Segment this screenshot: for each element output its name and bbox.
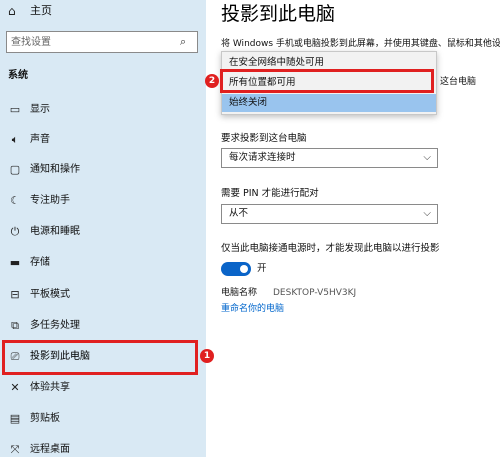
sidebar-item-remote-desktop[interactable]: ⤧ 远程桌面 xyxy=(0,435,206,457)
highlight-box-everywhere xyxy=(220,69,434,93)
sidebar-item-label: 远程桌面 xyxy=(30,444,70,455)
option-label: 始终关闭 xyxy=(229,97,268,108)
clipboard-icon: ▤ xyxy=(9,412,21,425)
page-title: 投影到此电脑 xyxy=(221,3,336,25)
toggle-knob xyxy=(240,265,248,273)
sidebar-item-power[interactable]: ⏻ 电源和睡眠 xyxy=(0,217,206,247)
request-dropdown-value: 每次请求连接时 xyxy=(229,152,296,163)
sidebar-item-label: 声音 xyxy=(30,134,50,145)
sidebar-item-notifications[interactable]: ▢ 通知和操作 xyxy=(0,155,206,185)
share-icon: ✕ xyxy=(10,381,20,394)
sidebar-item-multitasking[interactable]: ⧉ 多任务处理 xyxy=(0,311,206,341)
partial-text: 这台电脑 xyxy=(440,77,477,87)
pin-dropdown[interactable]: 从不 ⌵ xyxy=(221,204,438,224)
pc-name-value: DESKTOP-V5HV3KJ xyxy=(273,288,357,298)
sidebar-item-storage[interactable]: ▬ 存储 xyxy=(0,248,206,278)
option-always-off[interactable]: 始终关闭 xyxy=(222,94,436,112)
sidebar-home[interactable]: ⌂ 主页 xyxy=(0,0,206,24)
sidebar-item-label: 剪贴板 xyxy=(30,413,60,424)
notification-icon: ▢ xyxy=(9,163,21,176)
toggle-state-label: 开 xyxy=(257,263,267,274)
sidebar-item-label: 平板模式 xyxy=(30,289,70,300)
option-label: 在安全网络中随处可用 xyxy=(229,57,325,68)
speaker-icon: 🔈︎ xyxy=(11,133,19,146)
sidebar-item-label: 存储 xyxy=(30,257,50,268)
chevron-down-icon: ⌵ xyxy=(423,152,431,163)
chevron-down-icon: ⌵ xyxy=(423,208,431,219)
sidebar-item-tablet[interactable]: ⊟ 平板模式 xyxy=(0,280,206,310)
rename-pc-link[interactable]: 重命名你的电脑 xyxy=(221,303,284,315)
sidebar: ⌂ 主页 ⌕ 系统 ▭ 显示 🔈︎ 声音 ▢ 通知和操作 ☾ 专注助手 ⏻ 电源… xyxy=(0,0,206,457)
home-icon: ⌂ xyxy=(8,4,16,18)
sidebar-item-label: 体验共享 xyxy=(30,382,70,393)
remote-icon: ⤧ xyxy=(10,443,20,456)
step-badge-2: 2 xyxy=(205,74,219,88)
sidebar-item-clipboard[interactable]: ▤ 剪贴板 xyxy=(0,404,206,434)
sidebar-item-display[interactable]: ▭ 显示 xyxy=(0,95,206,125)
power-label: 仅当此电脑接通电源时，才能发现此电脑以进行投影 xyxy=(221,243,440,254)
tablet-icon: ⊟ xyxy=(10,288,20,301)
sidebar-item-label: 多任务处理 xyxy=(30,320,80,331)
request-dropdown[interactable]: 每次请求连接时 ⌵ xyxy=(221,148,438,168)
search-input[interactable] xyxy=(11,34,177,50)
moon-icon: ☾ xyxy=(10,194,20,207)
sidebar-item-shared-experiences[interactable]: ✕ 体验共享 xyxy=(0,373,206,403)
sidebar-item-label: 电源和睡眠 xyxy=(30,226,80,237)
power-icon: ⏻ xyxy=(10,225,20,238)
pin-dropdown-value: 从不 xyxy=(229,208,249,219)
multitask-icon: ⧉ xyxy=(11,319,19,332)
power-toggle[interactable] xyxy=(221,262,251,276)
sidebar-item-label: 专注助手 xyxy=(30,195,70,206)
search-icon[interactable]: ⌕ xyxy=(180,35,192,49)
sidebar-item-label: 显示 xyxy=(30,104,50,115)
monitor-icon: ▭ xyxy=(9,103,21,116)
sidebar-item-focus-assist[interactable]: ☾ 专注助手 xyxy=(0,186,206,216)
sidebar-item-label: 通知和操作 xyxy=(30,164,80,175)
highlight-box-project xyxy=(2,340,198,375)
pin-label: 需要 PIN 才能进行配对 xyxy=(221,188,319,199)
storage-icon: ▬ xyxy=(9,256,21,269)
description-text: 将 Windows 手机或电脑投影到此屏幕，并使用其键盘、鼠标和其他设 xyxy=(221,39,500,49)
section-label: 系统 xyxy=(8,70,28,81)
search-box[interactable]: ⌕ xyxy=(6,31,198,53)
sidebar-item-sound[interactable]: 🔈︎ 声音 xyxy=(0,125,206,155)
request-label: 要求投影到这台电脑 xyxy=(221,133,307,144)
home-label: 主页 xyxy=(30,4,52,17)
pc-name-label: 电脑名称 xyxy=(221,288,258,298)
